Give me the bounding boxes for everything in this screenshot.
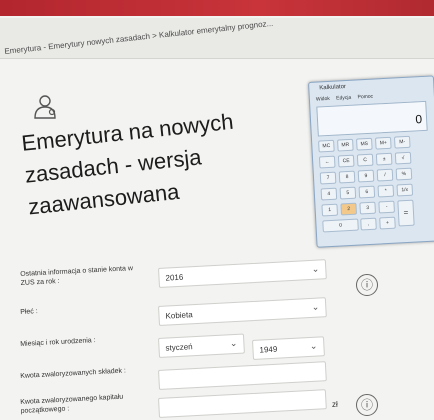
sex-select[interactable]: Kobieta ⌄ — [158, 297, 327, 326]
chevron-down-icon: ⌄ — [311, 301, 320, 312]
account-year-value: 2016 — [165, 272, 184, 283]
key-ms[interactable]: MS — [356, 137, 373, 151]
menu-view[interactable]: Widok — [316, 96, 330, 103]
sex-label: Płeć : — [20, 308, 38, 316]
chevron-down-icon: ⌄ — [309, 340, 318, 351]
initial-capital-label: Kwota zwaloryzowanego kapitału początkow… — [20, 393, 124, 415]
key-mc[interactable]: MC — [318, 139, 335, 153]
contributions-label: Kwota zwaloryzowanych składek : — [20, 367, 127, 380]
birth-year-value: 1949 — [259, 344, 278, 355]
key-backspace[interactable]: ← — [318, 155, 336, 169]
key-plus[interactable]: + — [379, 216, 396, 230]
breadcrumb[interactable]: Emerytura - Emerytury nowych zasadach > … — [4, 19, 274, 56]
chevron-down-icon: ⌄ — [311, 263, 320, 274]
key-sqrt[interactable]: √ — [394, 151, 412, 165]
piggy-bank-icon — [34, 95, 56, 119]
initial-capital-input[interactable] — [158, 389, 327, 418]
contributions-input[interactable] — [158, 361, 327, 390]
key-9[interactable]: 9 — [357, 169, 375, 183]
key-4[interactable]: 4 — [320, 187, 338, 201]
key-2[interactable]: 2 — [340, 202, 358, 216]
currency-unit: zł — [332, 400, 338, 409]
menu-help[interactable]: Pomoc — [357, 94, 373, 101]
key-reciprocal[interactable]: 1/x — [396, 183, 414, 197]
birth-year-select[interactable]: 1949 ⌄ — [252, 336, 325, 360]
key-5[interactable]: 5 — [339, 186, 357, 200]
key-mr[interactable]: MR — [337, 138, 354, 152]
key-mplus[interactable]: M+ — [375, 136, 392, 150]
breadcrumb-bar: Emerytura - Emerytury nowych zasadach > … — [0, 18, 434, 59]
key-equals[interactable]: = — [397, 199, 415, 227]
key-c[interactable]: C — [356, 153, 374, 167]
account-info-label: Ostatnia informacja o stanie konta w ZUS… — [20, 265, 134, 287]
key-divide[interactable]: / — [376, 168, 394, 182]
birth-month-select[interactable]: styczeń ⌄ — [158, 333, 245, 358]
key-plusminus[interactable]: ± — [375, 152, 393, 166]
key-8[interactable]: 8 — [338, 170, 356, 184]
key-percent[interactable]: % — [395, 167, 413, 181]
key-0[interactable]: 0 — [322, 218, 359, 233]
top-bar — [0, 0, 434, 16]
birth-month-value: styczeń — [165, 342, 193, 353]
key-multiply[interactable]: * — [377, 184, 395, 198]
account-year-select[interactable]: 2016 ⌄ — [158, 259, 327, 288]
key-3[interactable]: 3 — [359, 201, 376, 215]
calculator-display: 0 — [316, 100, 428, 137]
key-mminus[interactable]: M- — [393, 135, 411, 149]
calculator-title: Kalkulator — [319, 84, 347, 92]
calculator-menu: Widok Edycja Pomoc — [316, 93, 378, 103]
browser-screen: Emerytura - Emerytury nowych zasadach > … — [0, 0, 434, 420]
sex-value: Kobieta — [165, 310, 193, 321]
key-7[interactable]: 7 — [319, 171, 337, 185]
info-icon[interactable]: ⓘ — [356, 274, 378, 296]
key-1[interactable]: 1 — [321, 203, 339, 217]
menu-edit[interactable]: Edycja — [336, 95, 351, 102]
chevron-down-icon: ⌄ — [229, 337, 238, 349]
key-ce[interactable]: CE — [337, 154, 355, 168]
key-minus[interactable]: - — [378, 200, 395, 214]
key-6[interactable]: 6 — [358, 185, 376, 199]
calculator-window[interactable]: Kalkulator Widok Edycja Pomoc 0 MC MR MS… — [308, 75, 434, 248]
info-icon[interactable]: ⓘ — [356, 394, 378, 416]
birth-label: Miesiąc i rok urodzenia : — [20, 337, 96, 348]
key-comma[interactable]: , — [360, 217, 377, 231]
